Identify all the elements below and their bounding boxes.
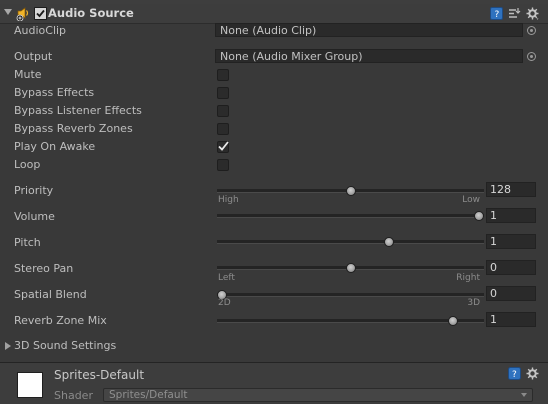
reverb-zone-mix-slider-track[interactable] <box>217 319 484 323</box>
loop-checkbox[interactable] <box>217 159 229 171</box>
shader-label: Shader <box>54 389 93 402</box>
book-icon[interactable]: ? <box>508 367 521 380</box>
bypass-effects-checkbox[interactable] <box>217 87 229 99</box>
audioclip-field[interactable]: None (Audio Clip) <box>215 23 523 37</box>
svg-text:?: ? <box>512 370 517 380</box>
stereo-pan-label: Stereo Pan <box>14 262 74 275</box>
audioclip-picker-icon[interactable] <box>527 26 536 35</box>
dropdown-arrow-icon <box>521 393 527 397</box>
pitch-slider-track[interactable] <box>217 240 484 244</box>
bypass-listener-effects-label: Bypass Listener Effects <box>14 104 142 117</box>
foldout-arrow-icon[interactable] <box>4 9 12 15</box>
output-field[interactable]: None (Audio Mixer Group) <box>215 49 523 63</box>
spatial-blend-slider-track[interactable] <box>217 293 484 297</box>
spatial-blend-max-label: 3D <box>467 298 480 308</box>
preset-icon[interactable] <box>508 7 521 20</box>
bypass-reverb-zones-label: Bypass Reverb Zones <box>14 122 133 135</box>
gear-icon[interactable] <box>526 7 539 20</box>
play-on-awake-label: Play On Awake <box>14 140 96 153</box>
speaker-icon <box>16 6 32 22</box>
bypass-reverb-zones-checkbox[interactable] <box>217 123 229 135</box>
stereo-pan-slider-thumb[interactable] <box>346 263 356 273</box>
output-picker-icon[interactable] <box>527 52 536 61</box>
reverb-zone-mix-slider-thumb[interactable] <box>448 316 458 326</box>
bypass-listener-effects-checkbox[interactable] <box>217 105 229 117</box>
audioclip-label: AudioClip <box>14 24 67 37</box>
reverb-zone-mix-label: Reverb Zone Mix <box>14 314 107 327</box>
shader-dropdown-value: Sprites/Default <box>109 389 188 401</box>
play-on-awake-checkbox[interactable] <box>217 141 229 153</box>
pitch-label: Pitch <box>14 236 41 249</box>
priority-min-label: High <box>218 195 239 205</box>
mute-checkbox[interactable] <box>217 69 229 81</box>
volume-label: Volume <box>14 210 55 223</box>
stereo-pan-value-field[interactable]: 0 <box>486 260 536 275</box>
volume-slider-thumb[interactable] <box>474 211 484 221</box>
material-preview-swatch[interactable] <box>17 372 43 398</box>
bypass-effects-label: Bypass Effects <box>14 86 95 99</box>
component-header[interactable]: Audio Source ? <box>0 4 548 24</box>
pitch-value-field[interactable]: 1 <box>486 234 536 249</box>
spatial-blend-value-field[interactable]: 0 <box>486 286 536 301</box>
priority-value-field[interactable]: 128 <box>486 182 536 197</box>
stereo-pan-min-label: Left <box>218 273 235 283</box>
component-enable-checkbox[interactable] <box>34 7 47 20</box>
book-icon[interactable]: ? <box>490 7 503 20</box>
priority-slider-thumb[interactable] <box>346 186 356 196</box>
reverb-zone-mix-value-field[interactable]: 1 <box>486 312 536 327</box>
sound-settings-expand-icon[interactable] <box>5 342 11 350</box>
svg-text:?: ? <box>495 10 500 19</box>
volume-slider-track[interactable] <box>217 214 484 218</box>
spatial-blend-label: Spatial Blend <box>14 288 87 301</box>
gear-icon[interactable] <box>526 367 539 380</box>
stereo-pan-max-label: Right <box>456 273 480 283</box>
volume-value-field[interactable]: 1 <box>486 208 536 223</box>
shader-dropdown[interactable]: Sprites/Default <box>103 388 533 402</box>
component-title: Audio Source <box>48 6 134 20</box>
sound-settings-foldout[interactable]: 3D Sound Settings <box>14 339 116 352</box>
pitch-slider-thumb[interactable] <box>384 237 394 247</box>
output-label: Output <box>14 50 53 63</box>
material-name: Sprites-Default <box>54 368 145 382</box>
loop-label: Loop <box>14 158 41 171</box>
priority-label: Priority <box>14 184 54 197</box>
mute-label: Mute <box>14 68 42 81</box>
spatial-blend-min-label: 2D <box>218 298 231 308</box>
priority-max-label: Low <box>462 195 480 205</box>
